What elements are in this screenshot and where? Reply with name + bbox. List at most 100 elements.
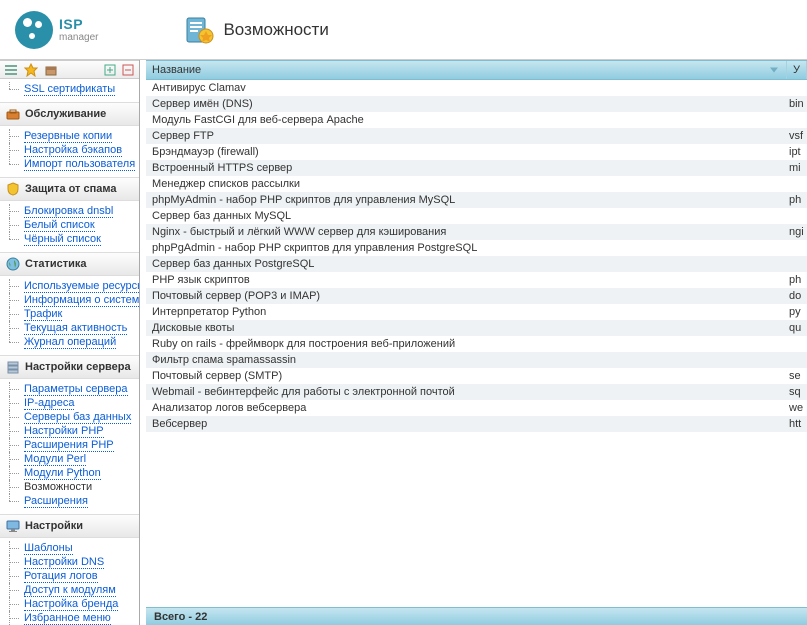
row-count: Всего - 22 bbox=[154, 611, 207, 623]
logo-icon bbox=[15, 11, 53, 49]
table-row[interactable]: Вебсерверhtt bbox=[146, 416, 807, 432]
sidebar-section-header[interactable]: Настройки сервера bbox=[0, 355, 139, 379]
cell-name: Сервер баз данных MySQL bbox=[146, 210, 787, 222]
sidebar-item[interactable]: Блокировка dnsbl bbox=[0, 204, 139, 218]
cell-name: phpPgAdmin - набор PHP скриптов для упра… bbox=[146, 242, 787, 254]
sidebar-item[interactable]: Настройки DNS bbox=[0, 555, 139, 569]
column-pkg-label: У bbox=[793, 64, 800, 76]
cell-pkg: ipt bbox=[787, 146, 807, 158]
section-title: Статистика bbox=[25, 258, 87, 270]
table-row[interactable]: Почтовый сервер (POP3 и IMAP)do bbox=[146, 288, 807, 304]
box-icon[interactable] bbox=[44, 63, 58, 77]
cell-pkg: ph bbox=[787, 274, 807, 286]
cell-pkg: py bbox=[787, 306, 807, 318]
sidebar-item[interactable]: Информация о системе bbox=[0, 293, 139, 307]
table-row[interactable]: Встроенный HTTPS серверmi bbox=[146, 160, 807, 176]
cell-name: Встроенный HTTPS сервер bbox=[146, 162, 787, 174]
collapse-icon[interactable] bbox=[121, 63, 135, 77]
table-row[interactable]: Брэндмауэр (firewall)ipt bbox=[146, 144, 807, 160]
sidebar-item[interactable]: Настройка бэкапов bbox=[0, 143, 139, 157]
table-row[interactable]: Менеджер списков рассылки bbox=[146, 176, 807, 192]
sidebar-item[interactable]: Журнал операций bbox=[0, 335, 139, 349]
section-title: Настройки bbox=[25, 520, 83, 532]
column-pkg[interactable]: У bbox=[787, 61, 807, 79]
cell-name: PHP язык скриптов bbox=[146, 274, 787, 286]
cell-pkg: ngi bbox=[787, 226, 807, 238]
sidebar-item[interactable]: IP-адреса bbox=[0, 396, 139, 410]
column-name[interactable]: Название bbox=[146, 61, 787, 79]
sidebar-item[interactable]: Модули Python bbox=[0, 466, 139, 480]
table-row[interactable]: Дисковые квотыqu bbox=[146, 320, 807, 336]
table-row[interactable]: Сервер имён (DNS)bin bbox=[146, 96, 807, 112]
cell-pkg: htt bbox=[787, 418, 807, 430]
sidebar-item[interactable]: Текущая активность bbox=[0, 321, 139, 335]
sidebar-item[interactable]: Используемые ресурсы bbox=[0, 279, 139, 293]
cell-name: Почтовый сервер (POP3 и IMAP) bbox=[146, 290, 787, 302]
cell-pkg: do bbox=[787, 290, 807, 302]
table-row[interactable]: Сервер баз данных PostgreSQL bbox=[146, 256, 807, 272]
data-grid[interactable]: Антивирус ClamavСервер имён (DNS)bin Моду… bbox=[146, 80, 807, 607]
sidebar-item[interactable]: Настройка бренда bbox=[0, 597, 139, 611]
table-row[interactable]: Интерпретатор Pythonpy bbox=[146, 304, 807, 320]
table-row[interactable]: phpMyAdmin - набор PHP скриптов для упра… bbox=[146, 192, 807, 208]
sidebar-section-header[interactable]: Настройки bbox=[0, 514, 139, 538]
cell-name: Nginx - быстрый и лёгкий WWW сервер для … bbox=[146, 226, 787, 238]
monitor-icon bbox=[6, 519, 20, 533]
logo: ISP manager bbox=[15, 11, 98, 49]
cell-name: Ruby on rails - фреймворк для построения… bbox=[146, 338, 787, 350]
table-row[interactable]: Модуль FastCGI для веб-сервера Apache bbox=[146, 112, 807, 128]
cell-name: Интерпретатор Python bbox=[146, 306, 787, 318]
sidebar-item[interactable]: Чёрный список bbox=[0, 232, 139, 246]
sidebar-item[interactable]: Трафик bbox=[0, 307, 139, 321]
logo-brand: ISP bbox=[59, 16, 83, 32]
page-title: Возможности bbox=[223, 20, 328, 40]
table-row[interactable]: phpPgAdmin - набор PHP скриптов для упра… bbox=[146, 240, 807, 256]
table-row[interactable]: Почтовый сервер (SMTP)se bbox=[146, 368, 807, 384]
table-row[interactable]: Фильтр спама spamassassin bbox=[146, 352, 807, 368]
sidebar-item[interactable]: Расширения PHP bbox=[0, 438, 139, 452]
sidebar-item[interactable]: Избранное меню bbox=[0, 611, 139, 625]
cell-name: Сервер FTP bbox=[146, 130, 787, 142]
star-icon[interactable] bbox=[24, 63, 38, 77]
sidebar-item[interactable]: Модули Perl bbox=[0, 452, 139, 466]
expand-icon[interactable] bbox=[103, 63, 117, 77]
table-row[interactable]: Webmail - вебинтерфейс для работы с элек… bbox=[146, 384, 807, 400]
table-row[interactable]: PHP язык скриптовph bbox=[146, 272, 807, 288]
sidebar-item[interactable]: Доступ к модулям bbox=[0, 583, 139, 597]
sidebar-item[interactable]: Ротация логов bbox=[0, 569, 139, 583]
cell-name: Вебсервер bbox=[146, 418, 787, 430]
sidebar-item[interactable]: Резервные копии bbox=[0, 129, 139, 143]
sidebar-item[interactable]: SSL сертификаты bbox=[0, 82, 139, 96]
table-row[interactable]: Nginx - быстрый и лёгкий WWW сервер для … bbox=[146, 224, 807, 240]
cell-pkg: se bbox=[787, 370, 807, 382]
sidebar-item[interactable]: Параметры сервера bbox=[0, 382, 139, 396]
sidebar-item[interactable]: Настройки PHP bbox=[0, 424, 139, 438]
table-row[interactable]: Сервер баз данных MySQL bbox=[146, 208, 807, 224]
sidebar-section-header[interactable]: Статистика bbox=[0, 252, 139, 276]
app-header: ISP manager Возможности bbox=[0, 0, 807, 60]
cell-name: Модуль FastCGI для веб-сервера Apache bbox=[146, 114, 787, 126]
table-row[interactable]: Ruby on rails - фреймворк для построения… bbox=[146, 336, 807, 352]
sidebar-item[interactable]: Серверы баз данных bbox=[0, 410, 139, 424]
cell-name: Брэндмауэр (firewall) bbox=[146, 146, 787, 158]
grid-footer: Всего - 22 bbox=[146, 607, 807, 625]
cell-name: Сервер имён (DNS) bbox=[146, 98, 787, 110]
list-icon[interactable] bbox=[4, 63, 18, 77]
table-row[interactable]: Анализатор логов вебсервераwe bbox=[146, 400, 807, 416]
sidebar-toolbar bbox=[0, 60, 139, 79]
cell-name: Сервер баз данных PostgreSQL bbox=[146, 258, 787, 270]
table-row[interactable]: Антивирус Clamav bbox=[146, 80, 807, 96]
cell-name: Менеджер списков рассылки bbox=[146, 178, 787, 190]
table-row[interactable]: Сервер FTPvsf bbox=[146, 128, 807, 144]
sidebar-item[interactable]: Шаблоны bbox=[0, 541, 139, 555]
sidebar-item[interactable]: Расширения bbox=[0, 494, 139, 508]
sidebar-item[interactable]: Белый список bbox=[0, 218, 139, 232]
cell-name: Webmail - вебинтерфейс для работы с элек… bbox=[146, 386, 787, 398]
column-header: Название У bbox=[146, 60, 807, 80]
cell-name: Почтовый сервер (SMTP) bbox=[146, 370, 787, 382]
features-icon bbox=[183, 14, 215, 46]
sidebar-item[interactable]: Импорт пользователя bbox=[0, 157, 139, 171]
sidebar-section-header[interactable]: Защита от спама bbox=[0, 177, 139, 201]
sidebar-section-header[interactable]: Обслуживание bbox=[0, 102, 139, 126]
sidebar-item-active[interactable]: Возможности bbox=[0, 480, 139, 494]
